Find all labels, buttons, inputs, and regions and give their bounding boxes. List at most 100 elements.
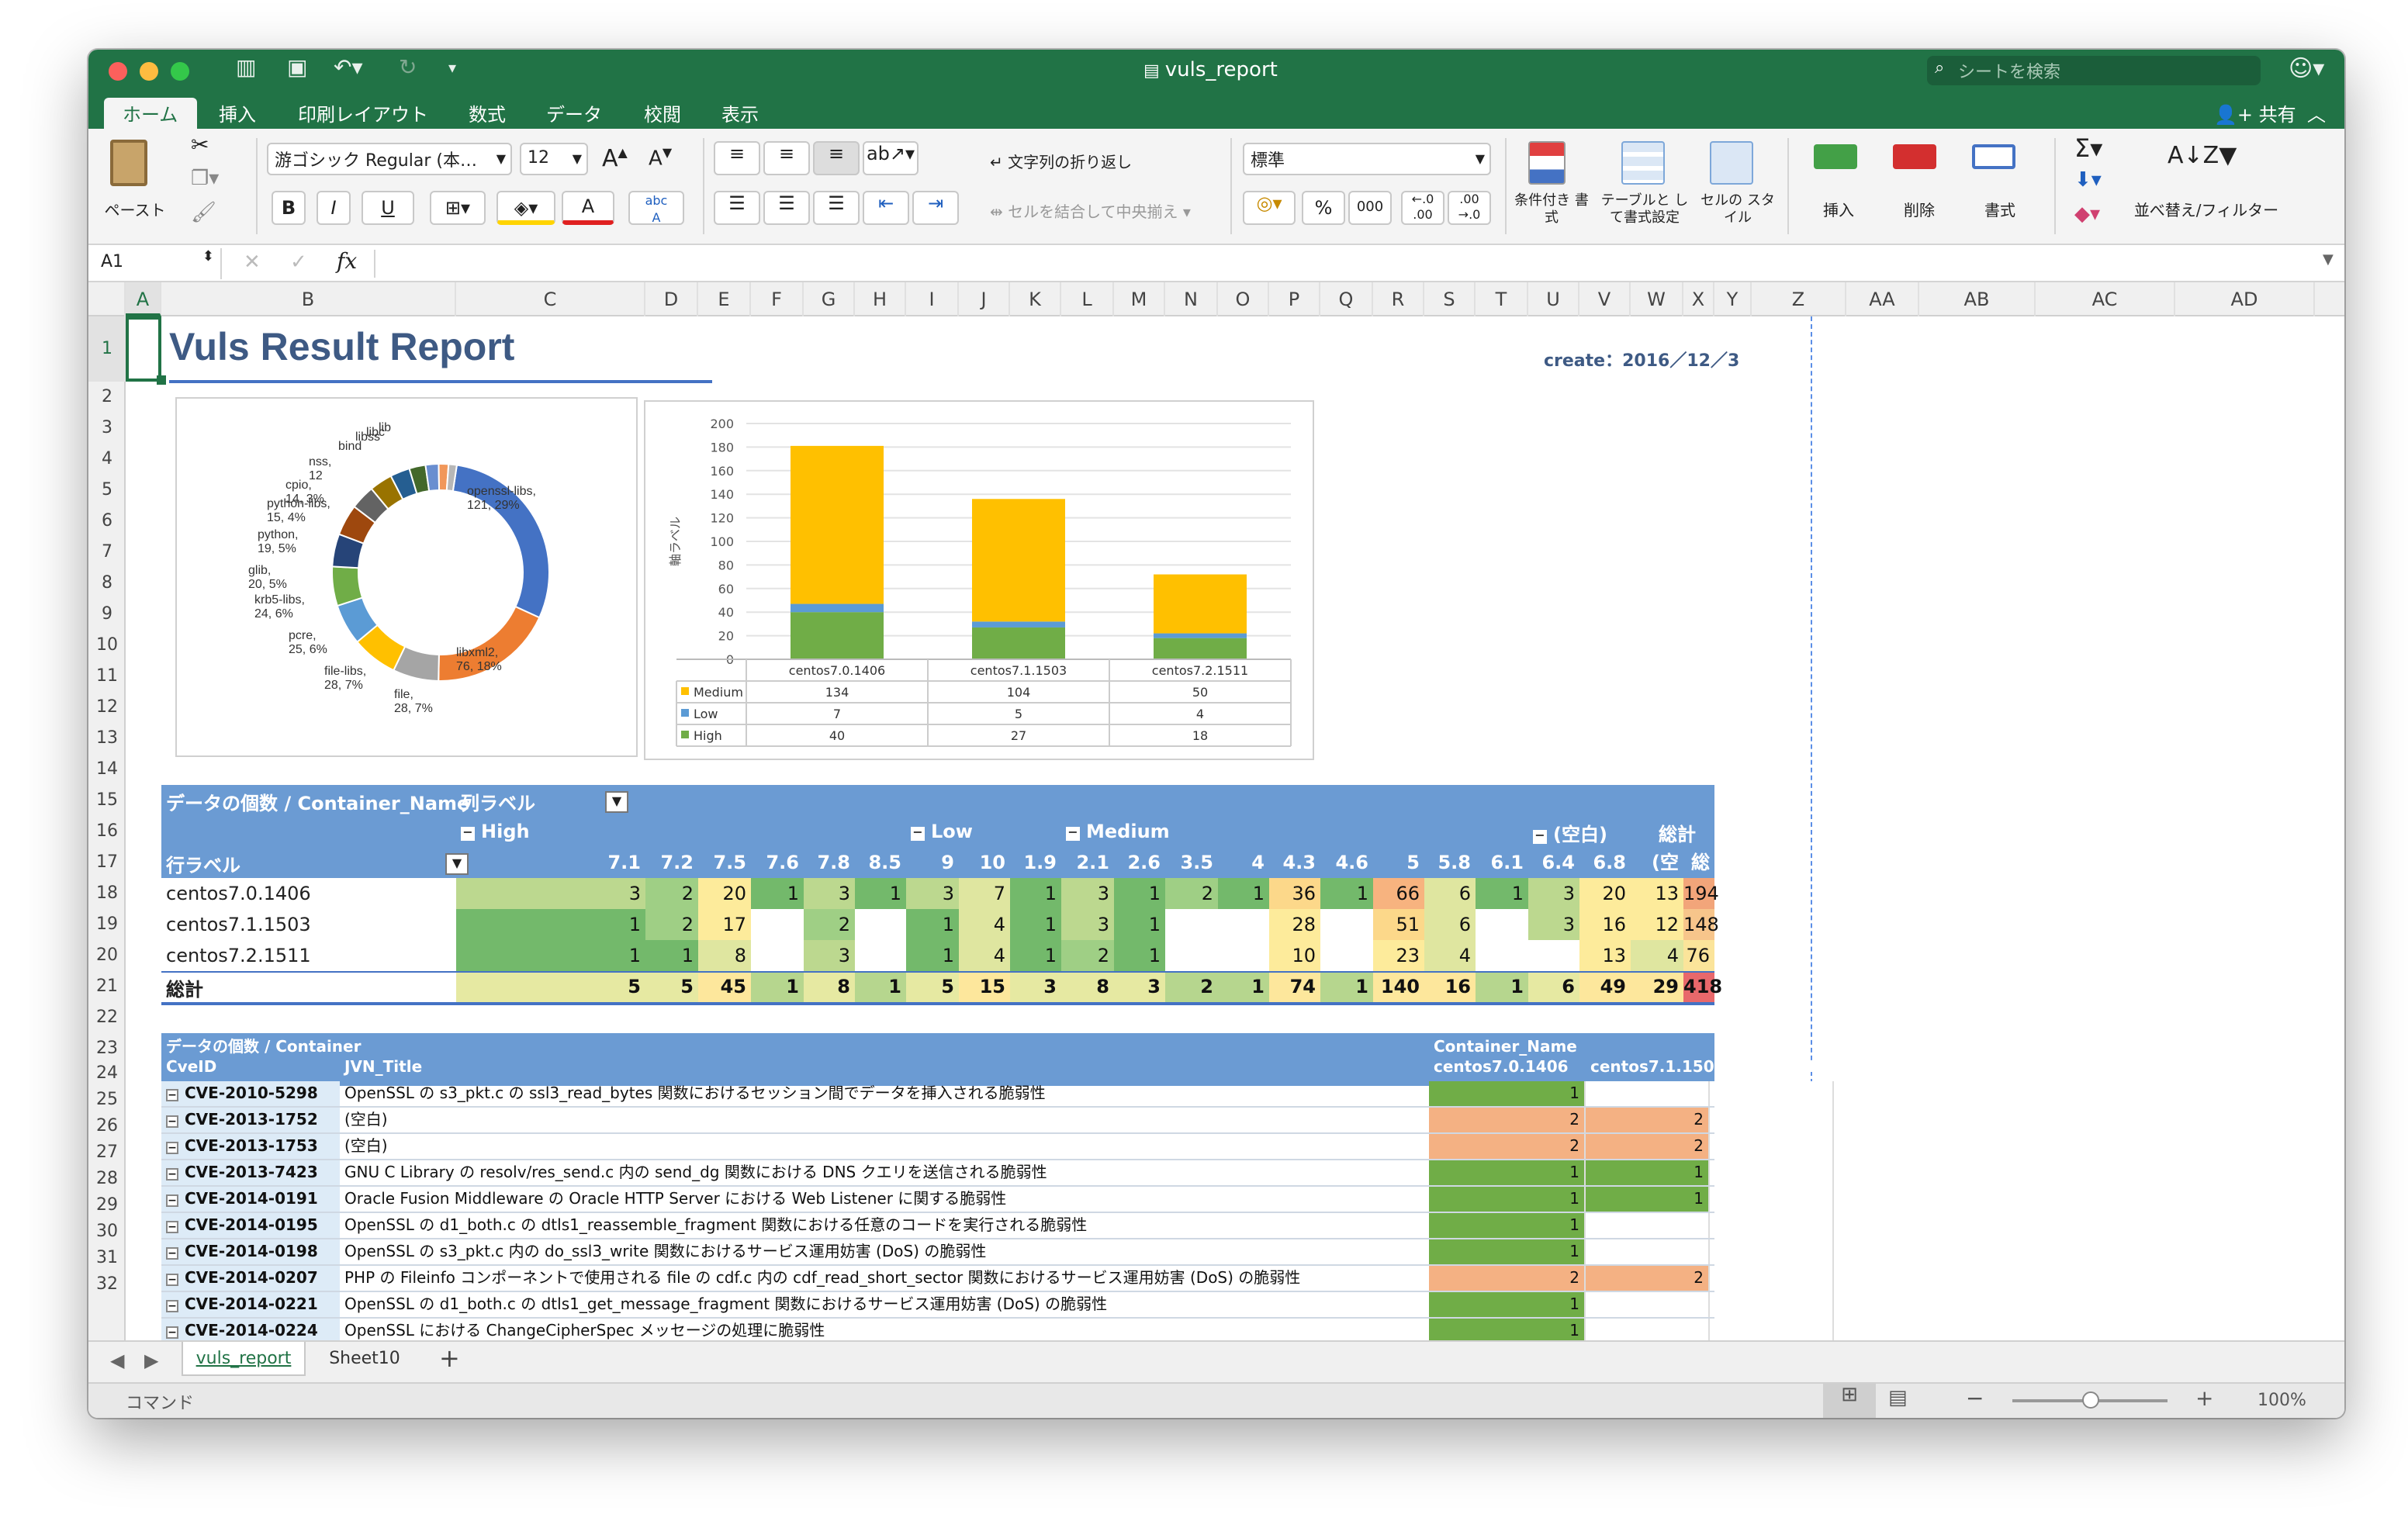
stacked-bar-chart[interactable]: 200180160140120100806040200軸ラベルcentos7.0…	[644, 400, 1314, 760]
collapse-icon[interactable]: −	[166, 1326, 178, 1339]
fill-handle[interactable]	[157, 375, 166, 385]
collapse-icon[interactable]: −	[166, 1142, 178, 1154]
pivot-value-cell[interactable]: 2	[804, 909, 855, 940]
pivot-value-cell[interactable]	[1476, 909, 1528, 940]
orientation-button[interactable]: ab↗▾	[863, 141, 919, 175]
collapse-icon[interactable]: −	[166, 1115, 178, 1128]
comma-style-button[interactable]: 000	[1348, 191, 1392, 225]
row-header[interactable]: 26	[88, 1112, 126, 1139]
row-header[interactable]: 24	[88, 1060, 126, 1086]
container-count-cell[interactable]	[1710, 1081, 1834, 1108]
add-sheet-icon[interactable]: +	[439, 1343, 460, 1373]
next-sheet-icon[interactable]: ▶	[144, 1350, 158, 1371]
confirm-formula-icon[interactable]: ✓	[290, 251, 307, 275]
column-header[interactable]: T	[1476, 282, 1528, 316]
container-count-cell[interactable]	[1710, 1108, 1834, 1134]
pivot-value-cell[interactable]: 3	[1061, 878, 1114, 909]
pivot-value-cell[interactable]: 3	[804, 940, 855, 971]
undo-icon[interactable]: ↶▾	[334, 56, 363, 81]
cve-id[interactable]: − CVE-2014-0191	[161, 1187, 318, 1213]
close-window-button[interactable]	[109, 62, 127, 81]
cve-id[interactable]: − CVE-2014-0221	[161, 1292, 318, 1319]
borders-button[interactable]: ⊞▾	[430, 191, 486, 225]
insert-cells-button[interactable]: 挿入	[1808, 197, 1870, 220]
row-header[interactable]: 8	[88, 568, 126, 599]
pivot-value-cell[interactable]: 140	[1373, 971, 1424, 1002]
row-header[interactable]: 25	[88, 1086, 126, 1112]
container-count-cell[interactable]	[1586, 1319, 1710, 1340]
column-header[interactable]: I	[906, 282, 959, 316]
pivot-value-cell[interactable]: 8	[804, 971, 855, 1002]
tab-insert[interactable]: 挿入	[200, 98, 275, 129]
table-format-icon[interactable]	[1621, 141, 1665, 185]
collapse-ribbon-icon[interactable]: ︿	[2289, 98, 2344, 129]
pivot-value-cell[interactable]: 8	[1061, 971, 1114, 1002]
pivot-value-cell[interactable]: 2	[645, 909, 698, 940]
collapse-icon[interactable]: −	[166, 1168, 178, 1181]
sheet-tab-vuls-report[interactable]: vuls_report	[182, 1342, 306, 1376]
container-count-cell[interactable]: 2	[1586, 1266, 1710, 1292]
row-header[interactable]: 29	[88, 1191, 126, 1218]
pivot-value-cell[interactable]	[1218, 909, 1269, 940]
save-icon[interactable]: ▣	[287, 56, 307, 81]
row-header[interactable]: 5	[88, 475, 126, 506]
pivot-value-cell[interactable]	[1320, 940, 1373, 971]
pivot-value-cell[interactable]: 7	[959, 878, 1010, 909]
container-count-cell[interactable]: 1	[1586, 1187, 1710, 1213]
accounting-format-button[interactable]: ◎▾	[1243, 191, 1296, 225]
fill-color-button[interactable]: ◈▾	[496, 191, 555, 225]
select-all-corner[interactable]	[88, 282, 126, 316]
pivot-value-cell[interactable]: 1	[751, 971, 804, 1002]
pivot-value-cell[interactable]: 17	[698, 909, 751, 940]
row-header[interactable]: 17	[88, 847, 126, 878]
pivot-value-cell[interactable]: 1	[645, 940, 698, 971]
decrease-decimal-button[interactable]: .00 →.0	[1448, 191, 1491, 225]
pivot-value-cell[interactable]	[1165, 940, 1218, 971]
delete-cells-icon[interactable]	[1893, 144, 1936, 169]
autosum-icon[interactable]: Σ▾	[2074, 133, 2102, 163]
align-right-button[interactable]: ☰	[813, 191, 860, 225]
cancel-formula-icon[interactable]: ✕	[244, 251, 261, 275]
container-count-cell[interactable]	[1710, 1266, 1834, 1292]
cut-icon[interactable]: ✂	[191, 133, 209, 158]
paste-icon[interactable]	[110, 140, 147, 186]
tab-home[interactable]: ホーム	[104, 98, 197, 129]
row-header[interactable]: 12	[88, 692, 126, 723]
sort-filter-icon[interactable]: A↓Z▼	[2168, 141, 2237, 169]
pivot-group-header[interactable]: − High	[461, 821, 530, 842]
cve-id[interactable]: − CVE-2013-7423	[161, 1160, 318, 1187]
container-count-cell[interactable]	[1586, 1213, 1710, 1239]
increase-font-icon[interactable]: A▲	[602, 144, 628, 172]
row-header[interactable]: 19	[88, 909, 126, 940]
column-header[interactable]: F	[751, 282, 804, 316]
pivot-value-cell[interactable]: 1	[1218, 971, 1269, 1002]
font-color-button[interactable]: A	[562, 191, 614, 225]
pivot-value-cell[interactable]: 5	[645, 971, 698, 1002]
sheet-grid[interactable]: Vuls Result Report create：2016／12／3 open…	[126, 316, 2344, 1340]
increase-decimal-button[interactable]: ←.0.00	[1401, 191, 1444, 225]
bar-segment-high[interactable]	[972, 627, 1065, 659]
phonetic-button[interactable]: abc A	[628, 191, 684, 225]
pivot-value-cell[interactable]: 1	[906, 909, 959, 940]
pivot-value-cell[interactable]: 194	[1683, 878, 1719, 909]
pivot-value-cell[interactable]: 1	[906, 940, 959, 971]
zoom-level[interactable]: 100%	[2258, 1390, 2306, 1410]
page-layout-view-button[interactable]: ▤	[1888, 1387, 1908, 1410]
pivot-value-cell[interactable]: 1	[1010, 940, 1061, 971]
container-count-cell[interactable]	[1710, 1239, 1834, 1266]
bar-segment-high[interactable]	[1154, 638, 1247, 659]
column-header[interactable]: S	[1424, 282, 1476, 316]
tab-formulas[interactable]: 数式	[450, 98, 524, 129]
pivot-value-cell[interactable]	[855, 909, 906, 940]
pivot-value-cell[interactable]: 6	[1424, 878, 1476, 909]
conditional-format-icon[interactable]	[1528, 141, 1566, 185]
column-header[interactable]: M	[1114, 282, 1165, 316]
pivot-value-cell[interactable]: 51	[1373, 909, 1424, 940]
cell-style-button[interactable]: セルの スタイル	[1699, 194, 1777, 228]
container-count-cell[interactable]	[1586, 1081, 1710, 1108]
column-header[interactable]: N	[1165, 282, 1218, 316]
pivot-value-cell[interactable]: 3	[1061, 909, 1114, 940]
collapse-icon[interactable]: −	[166, 1274, 178, 1286]
column-header[interactable]: L	[1061, 282, 1114, 316]
row-header[interactable]: 31	[88, 1244, 126, 1270]
